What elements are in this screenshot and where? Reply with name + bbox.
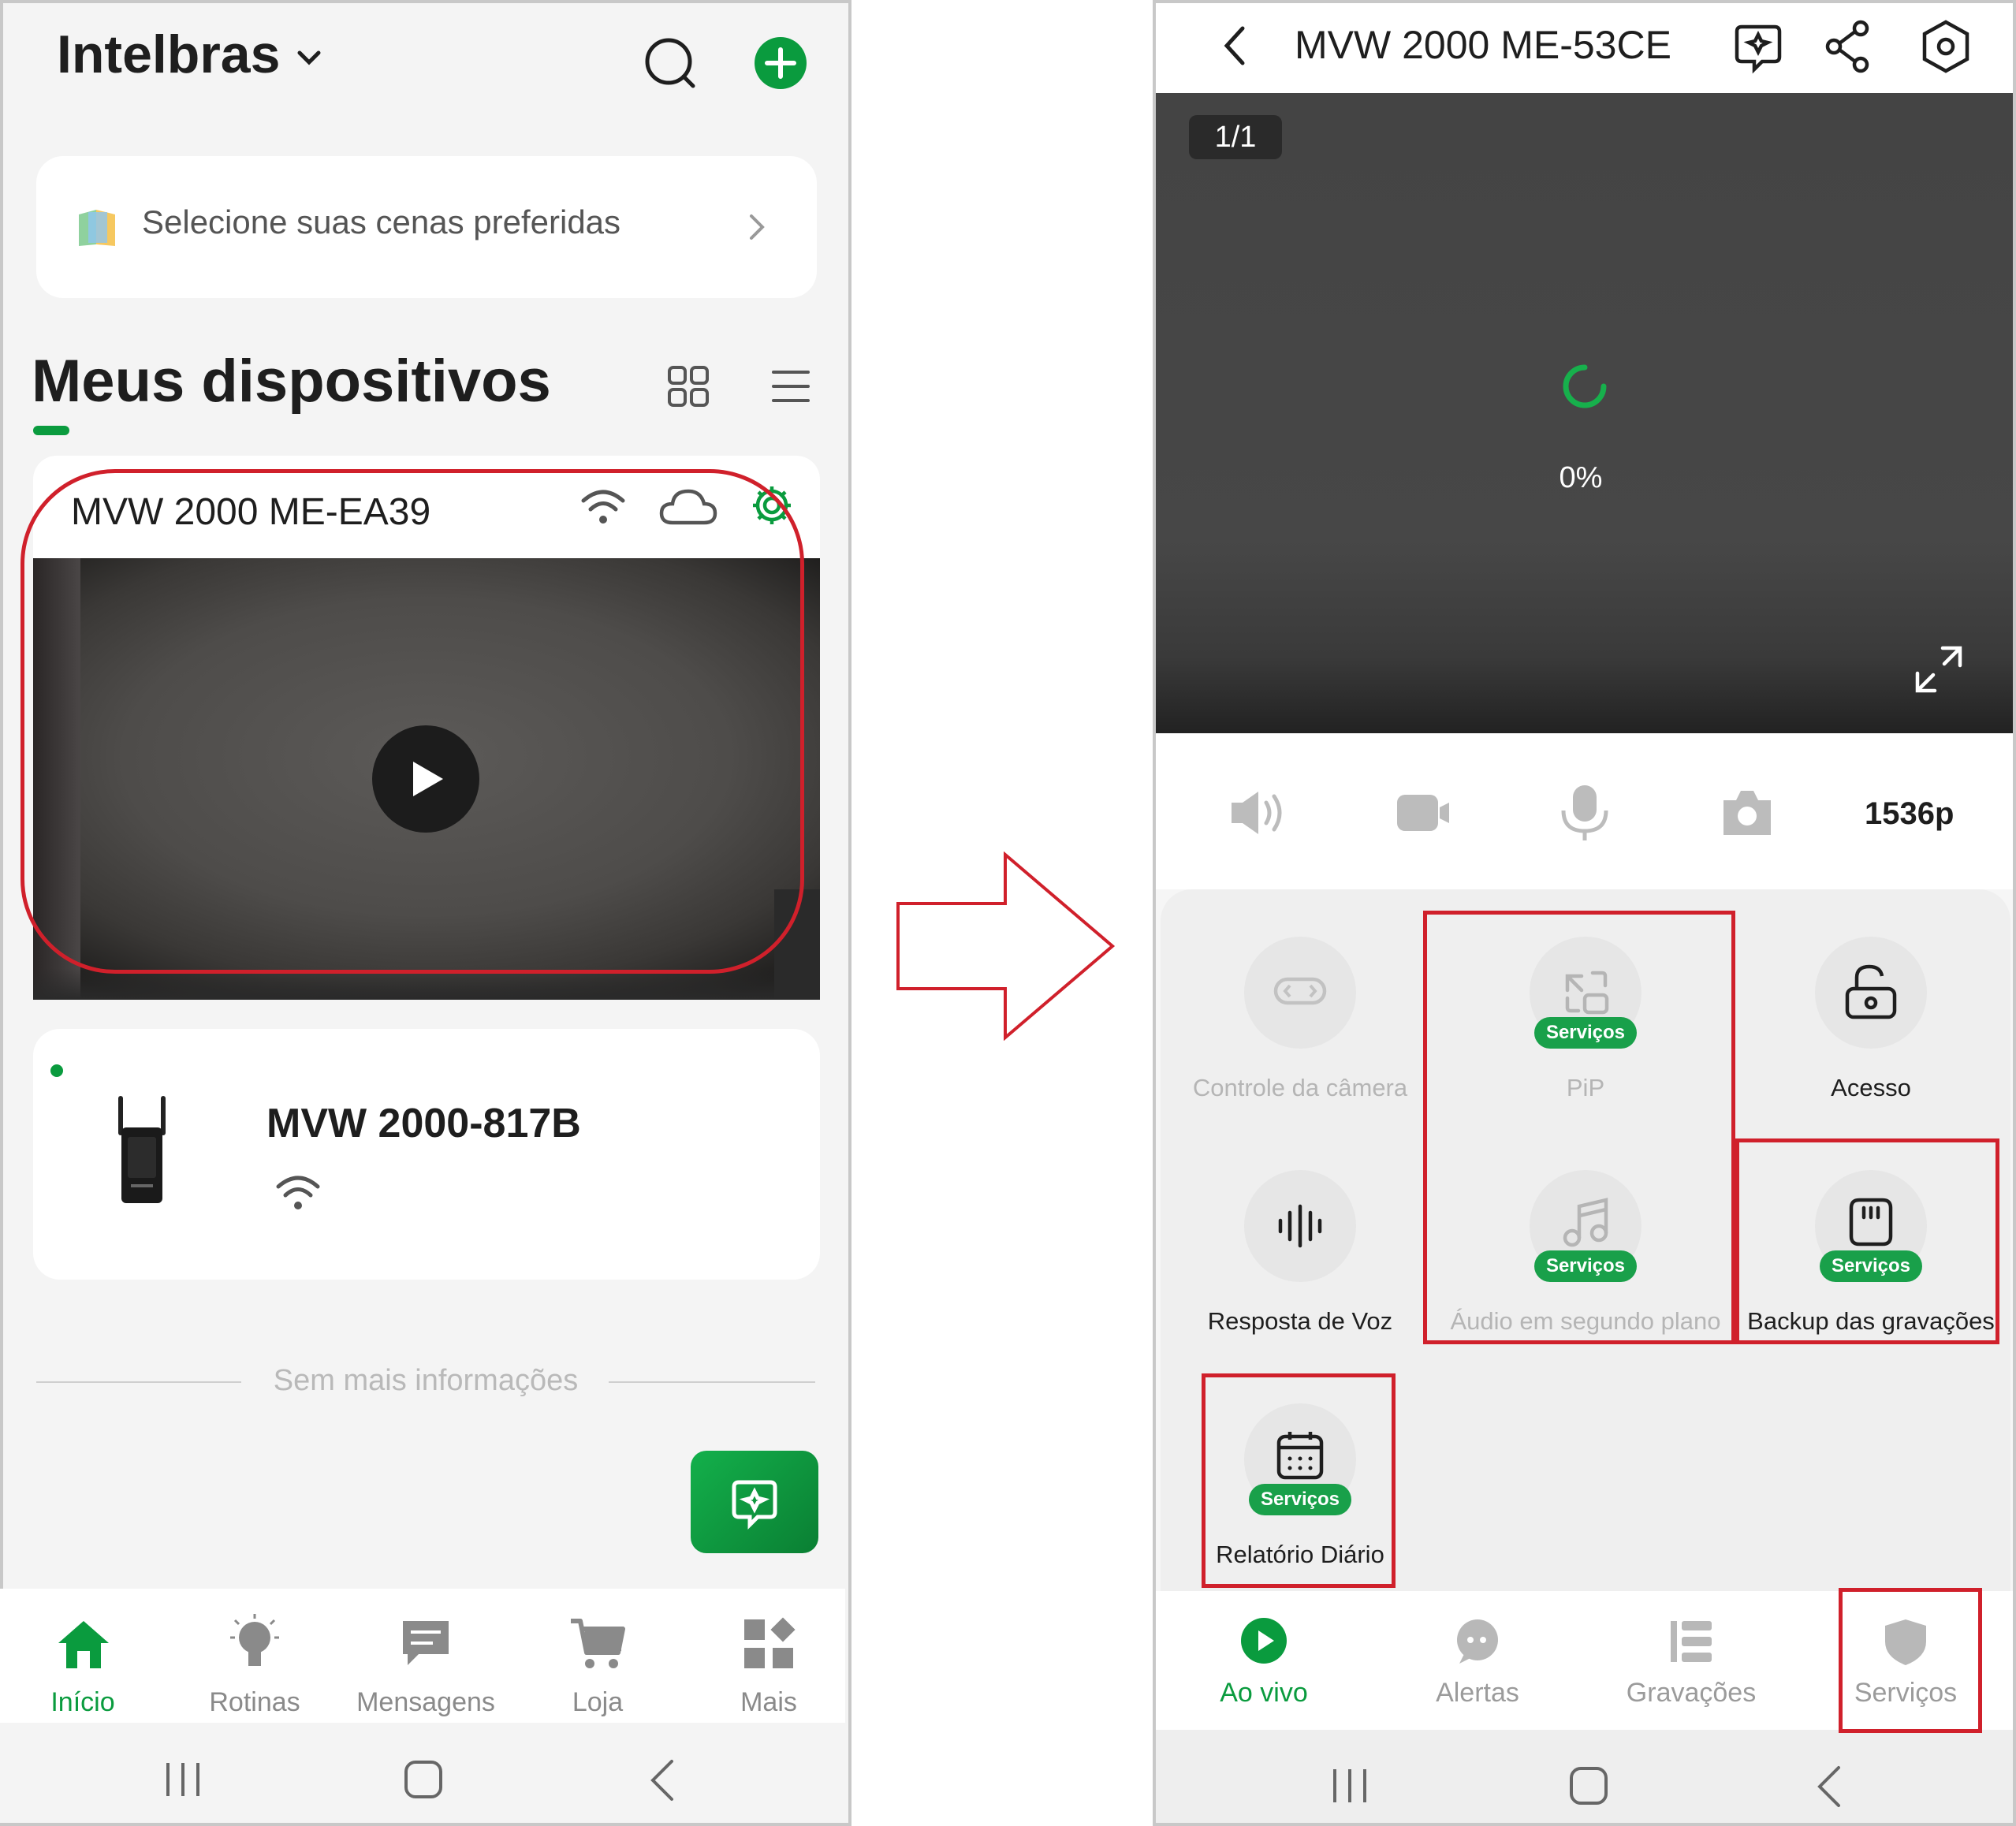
chevron-right-icon	[750, 214, 765, 240]
cart-icon[interactable]	[568, 1616, 628, 1671]
search-icon[interactable]	[643, 35, 698, 91]
online-dot	[50, 1064, 63, 1077]
nav-alertas[interactable]: Alertas	[1391, 1678, 1564, 1709]
back-icon[interactable]	[647, 1758, 678, 1802]
recordings-list-icon[interactable]	[1668, 1618, 1715, 1665]
section-underline	[33, 426, 69, 435]
nav-rotinas[interactable]: Rotinas	[176, 1687, 334, 1718]
live-play-icon[interactable]	[1239, 1616, 1288, 1665]
nav-mais[interactable]: Mais	[690, 1687, 848, 1718]
wifi-icon	[276, 1176, 320, 1209]
nav-gravacoes[interactable]: Gravações	[1604, 1678, 1778, 1709]
nav-ao-vivo[interactable]: Ao vivo	[1177, 1678, 1351, 1709]
nav-loja[interactable]: Loja	[519, 1687, 676, 1718]
snapshot-camera-icon[interactable]	[1719, 784, 1776, 840]
scene-banner-text: Selecione suas cenas preferidas	[142, 203, 621, 240]
back-arrow-icon[interactable]	[1220, 24, 1249, 68]
gamepad-icon	[1273, 977, 1327, 1005]
highlight-daily-report	[1202, 1373, 1396, 1588]
device-title: MVW 2000 ME-53CE	[1295, 23, 1671, 67]
back-icon[interactable]	[1813, 1765, 1845, 1809]
message-icon[interactable]	[398, 1616, 453, 1671]
no-more-info: Sem mais informações	[273, 1364, 579, 1397]
unlock-icon	[1845, 964, 1897, 1019]
home-icon[interactable]	[54, 1616, 114, 1671]
bulb-icon[interactable]	[227, 1612, 282, 1672]
highlight-backup	[1735, 1138, 1999, 1344]
loading-spinner-icon	[1563, 364, 1607, 408]
voice-wave-icon	[1278, 1204, 1322, 1248]
play-icon	[413, 762, 443, 796]
nav-mensagens[interactable]: Mensagens	[347, 1687, 505, 1718]
scene-book-icon	[79, 210, 115, 246]
access-label: Acesso	[1831, 1074, 1911, 1101]
nav-inicio[interactable]: Início	[4, 1687, 162, 1718]
list-view-icon[interactable]	[769, 364, 813, 408]
highlight-pip-audio	[1423, 911, 1735, 1344]
repeater-image	[118, 1096, 166, 1203]
more-apps-icon[interactable]	[741, 1616, 796, 1671]
record-video-icon[interactable]	[1394, 790, 1454, 836]
chevron-down-icon	[297, 50, 321, 65]
stream-counter: 1/1	[1189, 115, 1282, 159]
live-video[interactable]	[1156, 93, 2013, 733]
brand-label: Intelbras	[57, 24, 281, 84]
highlight-camera-card	[20, 469, 804, 974]
camera-control-label: Controle da câmera	[1192, 1074, 1408, 1101]
section-title: Meus dispositivos	[32, 348, 551, 415]
recent-apps-icon[interactable]	[162, 1760, 204, 1799]
home-brand-selector[interactable]: Intelbras	[57, 24, 323, 85]
share-icon[interactable]	[1823, 19, 1873, 74]
ai-sparkle-icon[interactable]	[1731, 19, 1786, 74]
recent-apps-icon[interactable]	[1328, 1766, 1371, 1806]
add-device-icon[interactable]	[753, 35, 808, 91]
speaker-icon[interactable]	[1228, 787, 1291, 839]
fullscreen-icon[interactable]	[1914, 645, 1963, 694]
microphone-icon[interactable]	[1557, 782, 1612, 844]
settings-hex-icon[interactable]	[1920, 19, 1972, 74]
loading-percent: 0%	[1559, 461, 1603, 494]
grid-view-icon[interactable]	[666, 364, 710, 408]
voice-response-label: Resposta de Voz	[1207, 1307, 1393, 1335]
highlight-services-tab	[1839, 1588, 1982, 1733]
resolution-selector[interactable]: 1536p	[1865, 796, 1954, 832]
transition-arrow-icon	[896, 852, 1116, 1041]
home-button-icon[interactable]	[1567, 1765, 1610, 1807]
home-button-icon[interactable]	[402, 1758, 445, 1801]
alerts-icon[interactable]	[1453, 1618, 1502, 1665]
ai-sparkle-icon	[732, 1480, 777, 1530]
wifi-device-name: MVW 2000-817B	[266, 1101, 581, 1146]
